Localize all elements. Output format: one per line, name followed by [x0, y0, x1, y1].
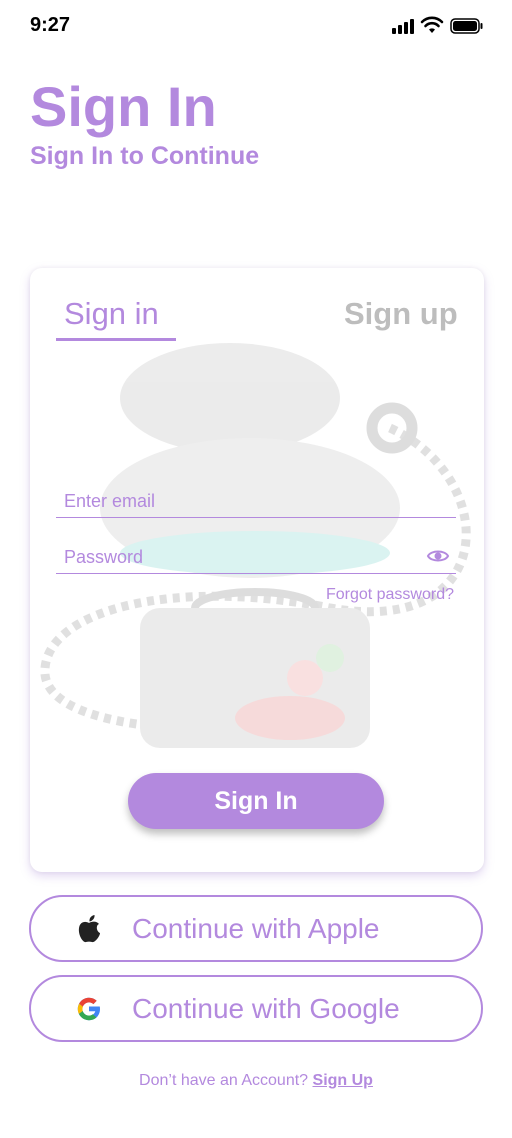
page-title: Sign In: [30, 75, 217, 138]
apple-icon: [78, 915, 100, 943]
tab-signup[interactable]: Sign up: [344, 296, 458, 332]
page-subtitle: Sign In to Continue: [30, 142, 260, 170]
password-field-container: [56, 538, 456, 574]
continue-with-google-button[interactable]: Continue with Google: [29, 975, 483, 1042]
signup-prompt-text: Don’t have an Account?: [139, 1072, 309, 1089]
status-time: 9:27: [30, 14, 71, 36]
signin-button[interactable]: Sign In: [128, 773, 384, 829]
email-field-container: [56, 482, 456, 518]
forgot-password-link[interactable]: Forgot password?: [326, 586, 454, 604]
google-button-label: Continue with Google: [132, 993, 400, 1024]
password-field[interactable]: [64, 542, 404, 572]
apple-button-label: Continue with Apple: [132, 913, 380, 944]
active-tab-indicator: [56, 338, 176, 341]
signal-icon: [392, 18, 416, 34]
signup-link[interactable]: Sign Up: [313, 1072, 373, 1089]
google-icon: [77, 997, 100, 1021]
signup-prompt: Don’t have an Account? Sign Up: [0, 1072, 512, 1090]
continue-with-apple-button[interactable]: Continue with Apple: [29, 895, 483, 962]
battery-icon: [450, 18, 483, 34]
signin-card: Sign in Sign up Forgot password? Sign In: [30, 268, 484, 872]
tab-signin[interactable]: Sign in: [64, 296, 159, 332]
email-field[interactable]: [64, 486, 404, 516]
eye-icon[interactable]: [426, 544, 450, 568]
wifi-icon: [420, 16, 444, 33]
status-bar: 9:27: [0, 0, 512, 52]
